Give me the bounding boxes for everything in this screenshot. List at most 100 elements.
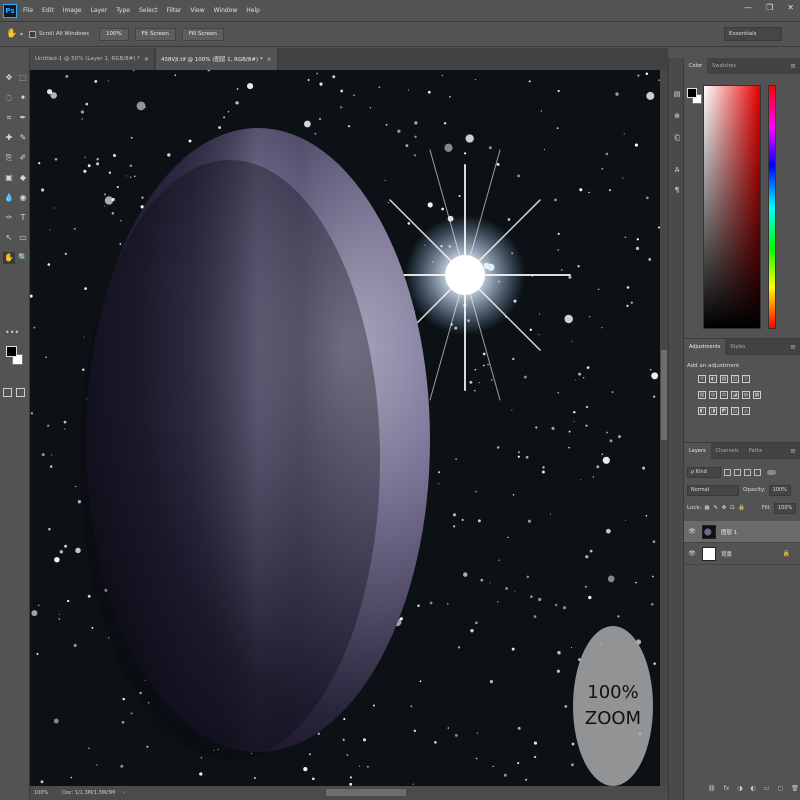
marquee-tool-icon[interactable]: ⬚ <box>17 72 29 84</box>
opacity-input[interactable]: 100% <box>768 484 791 496</box>
menu-select[interactable]: Select <box>139 7 158 14</box>
panel-menu-icon[interactable]: ≡ <box>790 443 796 459</box>
fill-input[interactable]: 100% <box>774 502 796 514</box>
horizontal-scroll-thumb[interactable] <box>326 789 406 796</box>
hand-icon[interactable]: ✋ <box>6 28 18 40</box>
menu-type[interactable]: Type <box>116 7 130 14</box>
tab-styles[interactable]: Styles <box>725 339 750 355</box>
menu-layer[interactable]: Layer <box>90 7 107 14</box>
gradient-tool-icon[interactable]: ◆ <box>17 172 29 184</box>
libraries-icon[interactable]: ⎗ <box>671 132 683 144</box>
vibrance-icon[interactable]: ▽ <box>742 375 750 383</box>
exposure-icon[interactable]: ◫ <box>731 375 739 383</box>
hand-tool-icon[interactable]: ✋ <box>3 252 15 264</box>
stamp-tool-icon[interactable]: ⎘ <box>3 152 15 164</box>
vertical-scrollbar[interactable] <box>660 70 668 786</box>
tab-color[interactable]: Color <box>684 58 708 74</box>
hue-slider[interactable] <box>768 85 776 329</box>
rectangle-tool-icon[interactable]: ▭ <box>17 232 29 244</box>
close-window-button[interactable]: ✕ <box>787 3 794 12</box>
eraser-tool-icon[interactable]: ▣ <box>3 172 15 184</box>
status-arrow-icon[interactable]: › <box>123 790 125 796</box>
type-tool-icon[interactable]: T <box>17 212 29 224</box>
layer-mask-icon[interactable]: ◑ <box>737 785 742 792</box>
quick-select-tool-icon[interactable]: ✦ <box>17 92 29 104</box>
zoom-100-button[interactable]: 100% <box>98 27 129 41</box>
photo-filter-icon[interactable]: ◪ <box>731 391 739 399</box>
fit-screen-button[interactable]: Fit Screen <box>134 27 176 41</box>
history-icon[interactable]: ▤ <box>671 88 683 100</box>
panel-menu-icon[interactable]: ≡ <box>790 339 796 355</box>
invert-icon[interactable]: ◧ <box>698 407 706 415</box>
dodge-tool-icon[interactable]: ◉ <box>17 192 29 204</box>
hue-saturation-icon[interactable]: ▥ <box>698 391 706 399</box>
brush-tool-icon[interactable]: ✎ <box>17 132 29 144</box>
menu-file[interactable]: File <box>23 7 33 14</box>
color-panel-foreground[interactable] <box>687 88 697 98</box>
character-icon[interactable]: A <box>671 164 683 176</box>
paragraph-icon[interactable]: ¶ <box>671 184 683 196</box>
group-icon[interactable]: ▭ <box>764 785 770 792</box>
layer-row[interactable]: 👁 图层 1 <box>684 521 800 543</box>
eyedropper-tool-icon[interactable]: ✒ <box>17 112 29 124</box>
crop-tool-icon[interactable]: ⌗ <box>3 112 15 124</box>
visibility-eye-icon[interactable]: 👁 <box>686 528 698 535</box>
color-balance-icon[interactable]: ◎ <box>709 391 717 399</box>
tab-adjustments[interactable]: Adjustments <box>684 339 726 355</box>
filter-pixel-icon[interactable] <box>724 468 731 476</box>
menu-help[interactable]: Help <box>246 7 260 14</box>
restore-button[interactable]: ❐ <box>766 3 773 12</box>
threshold-icon[interactable]: ◩ <box>720 407 728 415</box>
document-canvas[interactable]: 100% ZOOM <box>30 70 660 786</box>
delete-layer-icon[interactable]: 🗑 <box>791 785 799 792</box>
tab-438vji[interactable]: 438VJI.tif @ 100% (图层 1, RGB/8#) * × <box>155 48 278 70</box>
properties-icon[interactable]: ⊕ <box>671 110 683 122</box>
layer-filter-kind[interactable]: ρ Kind <box>687 466 721 478</box>
filter-adjustment-icon[interactable] <box>734 468 741 476</box>
fill-screen-button[interactable]: Fill Screen <box>181 27 224 41</box>
tab-channels[interactable]: Channels <box>711 443 744 459</box>
blend-mode-select[interactable]: Normal <box>687 484 739 496</box>
brightness-icon[interactable]: ☼ <box>698 375 706 383</box>
panel-menu-icon[interactable]: ≡ <box>790 58 796 74</box>
menu-edit[interactable]: Edit <box>42 7 54 14</box>
close-icon[interactable]: × <box>144 56 149 63</box>
new-layer-icon[interactable]: ▢ <box>777 785 783 792</box>
black-white-icon[interactable]: ⚖ <box>720 391 728 399</box>
pen-tool-icon[interactable]: ✑ <box>3 212 15 224</box>
menu-window[interactable]: Window <box>214 7 238 14</box>
levels-icon[interactable]: ◐ <box>709 375 717 383</box>
move-tool-icon[interactable]: ✥ <box>3 72 15 84</box>
vertical-scroll-thumb[interactable] <box>661 350 667 440</box>
menu-view[interactable]: View <box>190 7 204 14</box>
history-brush-tool-icon[interactable]: ✐ <box>17 152 29 164</box>
minimize-button[interactable]: — <box>744 3 752 12</box>
posterize-icon[interactable]: ◨ <box>709 407 717 415</box>
lock-icons[interactable]: ▦ ✎ ✥ ⊡ 🔒 <box>704 505 746 511</box>
filter-type-icon[interactable] <box>744 468 751 476</box>
foreground-color-swatch[interactable] <box>6 346 17 357</box>
close-icon[interactable]: × <box>267 56 272 63</box>
filter-toggle[interactable] <box>767 469 776 475</box>
status-zoom[interactable]: 100% <box>30 790 58 796</box>
selective-color-icon[interactable]: ◬ <box>742 407 750 415</box>
menu-image[interactable]: Image <box>63 7 82 14</box>
adjustment-layer-icon[interactable]: ◐ <box>751 785 756 792</box>
layer-name[interactable]: 背景 <box>721 550 732 558</box>
tab-swatches[interactable]: Swatches <box>707 58 741 74</box>
path-select-tool-icon[interactable]: ↖ <box>3 232 15 244</box>
tab-untitled-1[interactable]: Untitled-1 @ 50% (Layer 1, RGB/8#) * × <box>30 48 155 70</box>
curves-icon[interactable]: ▨ <box>720 375 728 383</box>
link-layers-icon[interactable]: ⛓ <box>708 785 716 792</box>
screen-mode-icon[interactable] <box>16 388 25 397</box>
visibility-eye-icon[interactable]: 👁 <box>686 550 698 557</box>
filter-shape-icon[interactable] <box>754 468 761 476</box>
layer-name[interactable]: 图层 1 <box>721 528 737 536</box>
tab-paths[interactable]: Paths <box>744 443 768 459</box>
layer-row[interactable]: 👁 背景 🔒 <box>684 543 800 565</box>
healing-tool-icon[interactable]: ✚ <box>3 132 15 144</box>
layer-style-icon[interactable]: fx <box>724 785 730 792</box>
blur-tool-icon[interactable]: 💧 <box>3 192 15 204</box>
chevron-down-icon[interactable]: ▾ <box>20 31 23 38</box>
workspace-select[interactable]: Essentials <box>724 27 782 41</box>
